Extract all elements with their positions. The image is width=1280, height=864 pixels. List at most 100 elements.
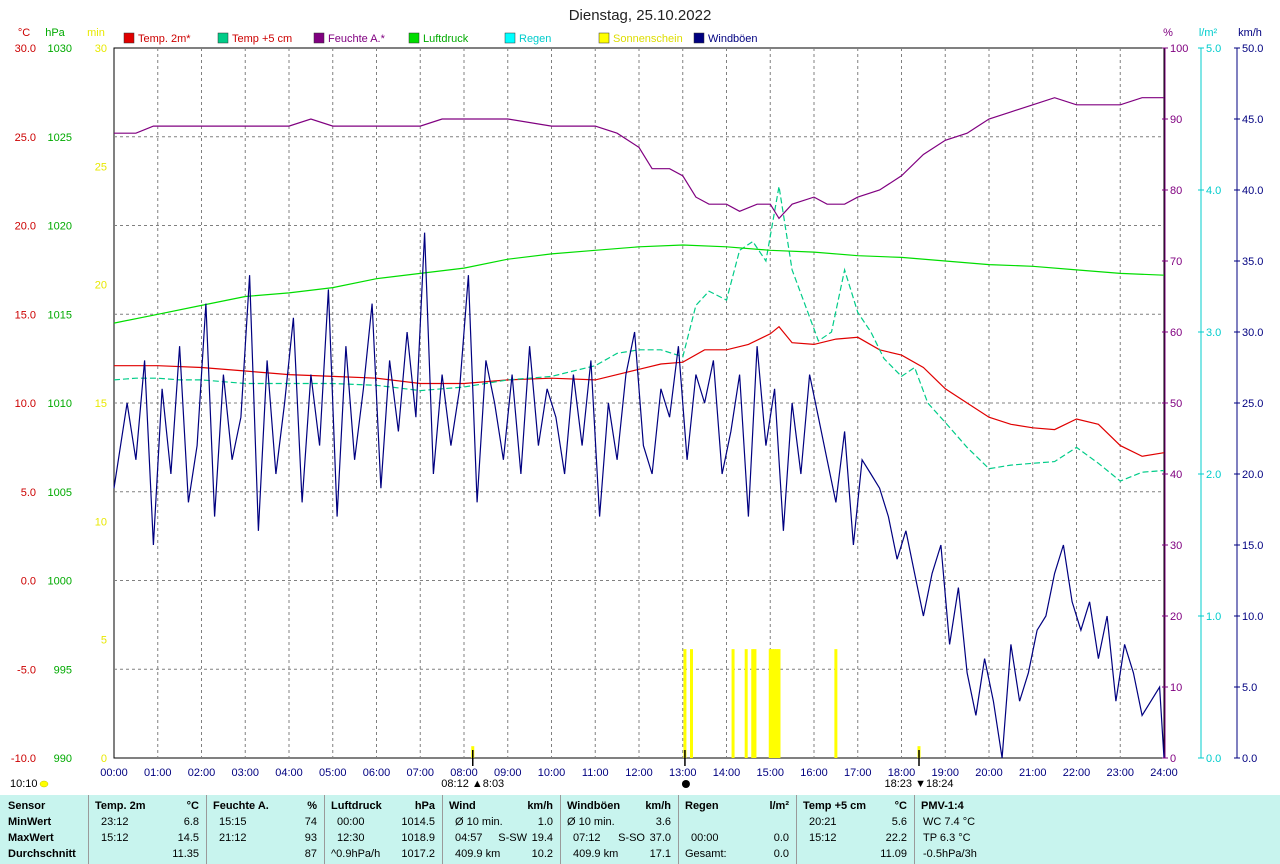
stats-cell: 00:00 xyxy=(691,832,719,844)
pressure-tick-label: 1010 xyxy=(48,398,72,410)
sunrise-label: 08:12 ▲8:03 xyxy=(441,778,504,790)
wind-tick-label: 30.0 xyxy=(1242,327,1263,339)
humidity-tick-label: 70 xyxy=(1170,256,1182,268)
x-tick-label: 01:00 xyxy=(144,767,172,779)
stats-unit-windboeen: km/h xyxy=(645,800,671,812)
wind-tick-label: 0.0 xyxy=(1242,753,1257,765)
sun-icon xyxy=(39,780,49,788)
x-tick-label: 23:00 xyxy=(1106,767,1134,779)
stats-cell: 10.2 xyxy=(531,848,553,860)
humidity-tick-label: 100 xyxy=(1170,43,1188,55)
pressure-tick-label: 1025 xyxy=(48,132,72,144)
x-tick-label: 16:00 xyxy=(800,767,828,779)
stats-cell: 1018.9 xyxy=(401,832,435,844)
stats-col-regen: Regen l/m² 00:00 0.0 Gesamt: 0.0 xyxy=(678,795,797,864)
legend-swatch xyxy=(598,32,610,44)
sunshine-tick-label: 0 xyxy=(101,753,107,765)
rain-tick-label: 5.0 xyxy=(1206,43,1221,55)
stats-label-avg: Durchschnitt xyxy=(8,848,76,860)
x-tick-label: 24:00 xyxy=(1150,767,1178,779)
wind-tick-label: 25.0 xyxy=(1242,398,1263,410)
x-tick-label: 20:00 xyxy=(975,767,1003,779)
rain-tick-label: 4.0 xyxy=(1206,185,1221,197)
sunshine-tick-label: 5 xyxy=(101,635,107,647)
stats-col-wind: Wind km/h Ø 10 min. 1.0 04:57 S-SW 19.4 409.… xyxy=(442,795,561,864)
legend-swatch xyxy=(504,32,516,44)
temp-tick-label: 5.0 xyxy=(21,487,36,499)
temp-tick-label: 15.0 xyxy=(15,309,36,321)
pressure-tick-label: 1030 xyxy=(48,43,72,55)
stats-unit-temp5cm: °C xyxy=(894,800,907,812)
stats-col-temp5cm: Temp +5 cm °C 20:21 5.6 15:12 22.2 11.09 xyxy=(796,795,915,864)
stats-unit-wind: km/h xyxy=(527,800,553,812)
rain-tick-label: 3.0 xyxy=(1206,327,1221,339)
stats-cell: 87 xyxy=(304,848,317,860)
temp-tick-label: -10.0 xyxy=(11,753,36,765)
stats-unit-regen: l/m² xyxy=(769,800,789,812)
sunshine-bar xyxy=(690,649,693,758)
stats-cell: S-SW xyxy=(498,832,527,844)
pressure-tick-label: 990 xyxy=(54,753,72,765)
stats-header-pmv: PMV-1:4 xyxy=(921,800,964,812)
stats-cell: 15:12 xyxy=(101,832,129,844)
wind-tick-label: 40.0 xyxy=(1242,185,1263,197)
x-tick-label: 13:00 xyxy=(669,767,697,779)
x-tick-label: 12:00 xyxy=(625,767,653,779)
stats-cell: 15:12 xyxy=(809,832,837,844)
legend-label: Regen xyxy=(519,33,551,45)
x-tick-label: 00:00 xyxy=(100,767,128,779)
stats-unit-temp2m: °C xyxy=(186,800,199,812)
sunshine-bar xyxy=(683,649,687,758)
temp-tick-label: 10.0 xyxy=(15,398,36,410)
humidity-tick-label: 50 xyxy=(1170,398,1182,410)
temp-tick-label: 0.0 xyxy=(21,576,36,588)
sunset-label: 18:23 ▼18:24 xyxy=(885,778,954,790)
stats-col-luftdruck: Luftdruck hPa 00:00 1014.5 12:30 1018.9 ^0.… xyxy=(324,795,443,864)
stats-cell: 17.1 xyxy=(649,848,671,860)
stats-panel: Sensor MinWert MaxWert Durchschnitt Temp… xyxy=(0,795,1280,864)
pressure-tick-label: 1005 xyxy=(48,487,72,499)
legend-swatch xyxy=(693,32,705,44)
x-tick-label: 11:00 xyxy=(582,767,609,779)
sunshine-bar xyxy=(744,649,748,758)
temp-tick-label: 30.0 xyxy=(15,43,36,55)
stats-col-sensor: Sensor MinWert MaxWert Durchschnitt xyxy=(0,795,88,864)
pressure-tick-label: 1015 xyxy=(48,309,72,321)
stats-cell: -0.5hPa/3h xyxy=(923,848,977,860)
pressure-tick-label: 1020 xyxy=(48,221,72,233)
stats-cell: 1017.2 xyxy=(401,848,435,860)
x-tick-label: 03:00 xyxy=(231,767,259,779)
wind-tick-label: 50.0 xyxy=(1242,43,1263,55)
x-tick-label: 14:00 xyxy=(713,767,741,779)
x-tick-label: 15:00 xyxy=(756,767,784,779)
wind-tick-label: 15.0 xyxy=(1242,540,1263,552)
stats-cell: 11.09 xyxy=(880,848,907,860)
x-tick-label: 21:00 xyxy=(1019,767,1047,779)
x-tick-label: 07:00 xyxy=(406,767,434,779)
stats-cell: 23:12 xyxy=(101,816,129,828)
stats-cell: 07:12 xyxy=(573,832,601,844)
noon-dot-icon xyxy=(681,780,690,788)
legend-label: Windböen xyxy=(708,33,758,45)
stats-cell: Ø 10 min. xyxy=(567,816,615,828)
sunshine-bar xyxy=(834,649,838,758)
pressure-unit-label: hPa xyxy=(45,27,65,39)
wind-unit-label: km/h xyxy=(1238,27,1262,39)
sunshine-tick-label: 30 xyxy=(95,43,107,55)
stats-cell: 14.5 xyxy=(177,832,199,844)
wind-tick-label: 20.0 xyxy=(1242,469,1263,481)
stats-cell: 15:15 xyxy=(219,816,247,828)
rain-unit-label: l/m² xyxy=(1199,27,1218,39)
sunshine-tick-label: 15 xyxy=(95,398,107,410)
sunshine-unit-label: min xyxy=(87,27,105,39)
stats-cell: 409.9 km xyxy=(573,848,619,860)
stats-cell: 21:12 xyxy=(219,832,247,844)
wind-tick-label: 5.0 xyxy=(1242,682,1257,694)
humidity-tick-label: 90 xyxy=(1170,114,1182,126)
stats-cell: 0.0 xyxy=(773,848,789,860)
humidity-tick-label: 0 xyxy=(1170,753,1176,765)
stats-header-wind: Wind xyxy=(449,800,476,812)
legend-label: Temp. 2m* xyxy=(138,33,191,45)
stats-cell: 0.0 xyxy=(773,832,789,844)
x-tick-label: 05:00 xyxy=(319,767,347,779)
